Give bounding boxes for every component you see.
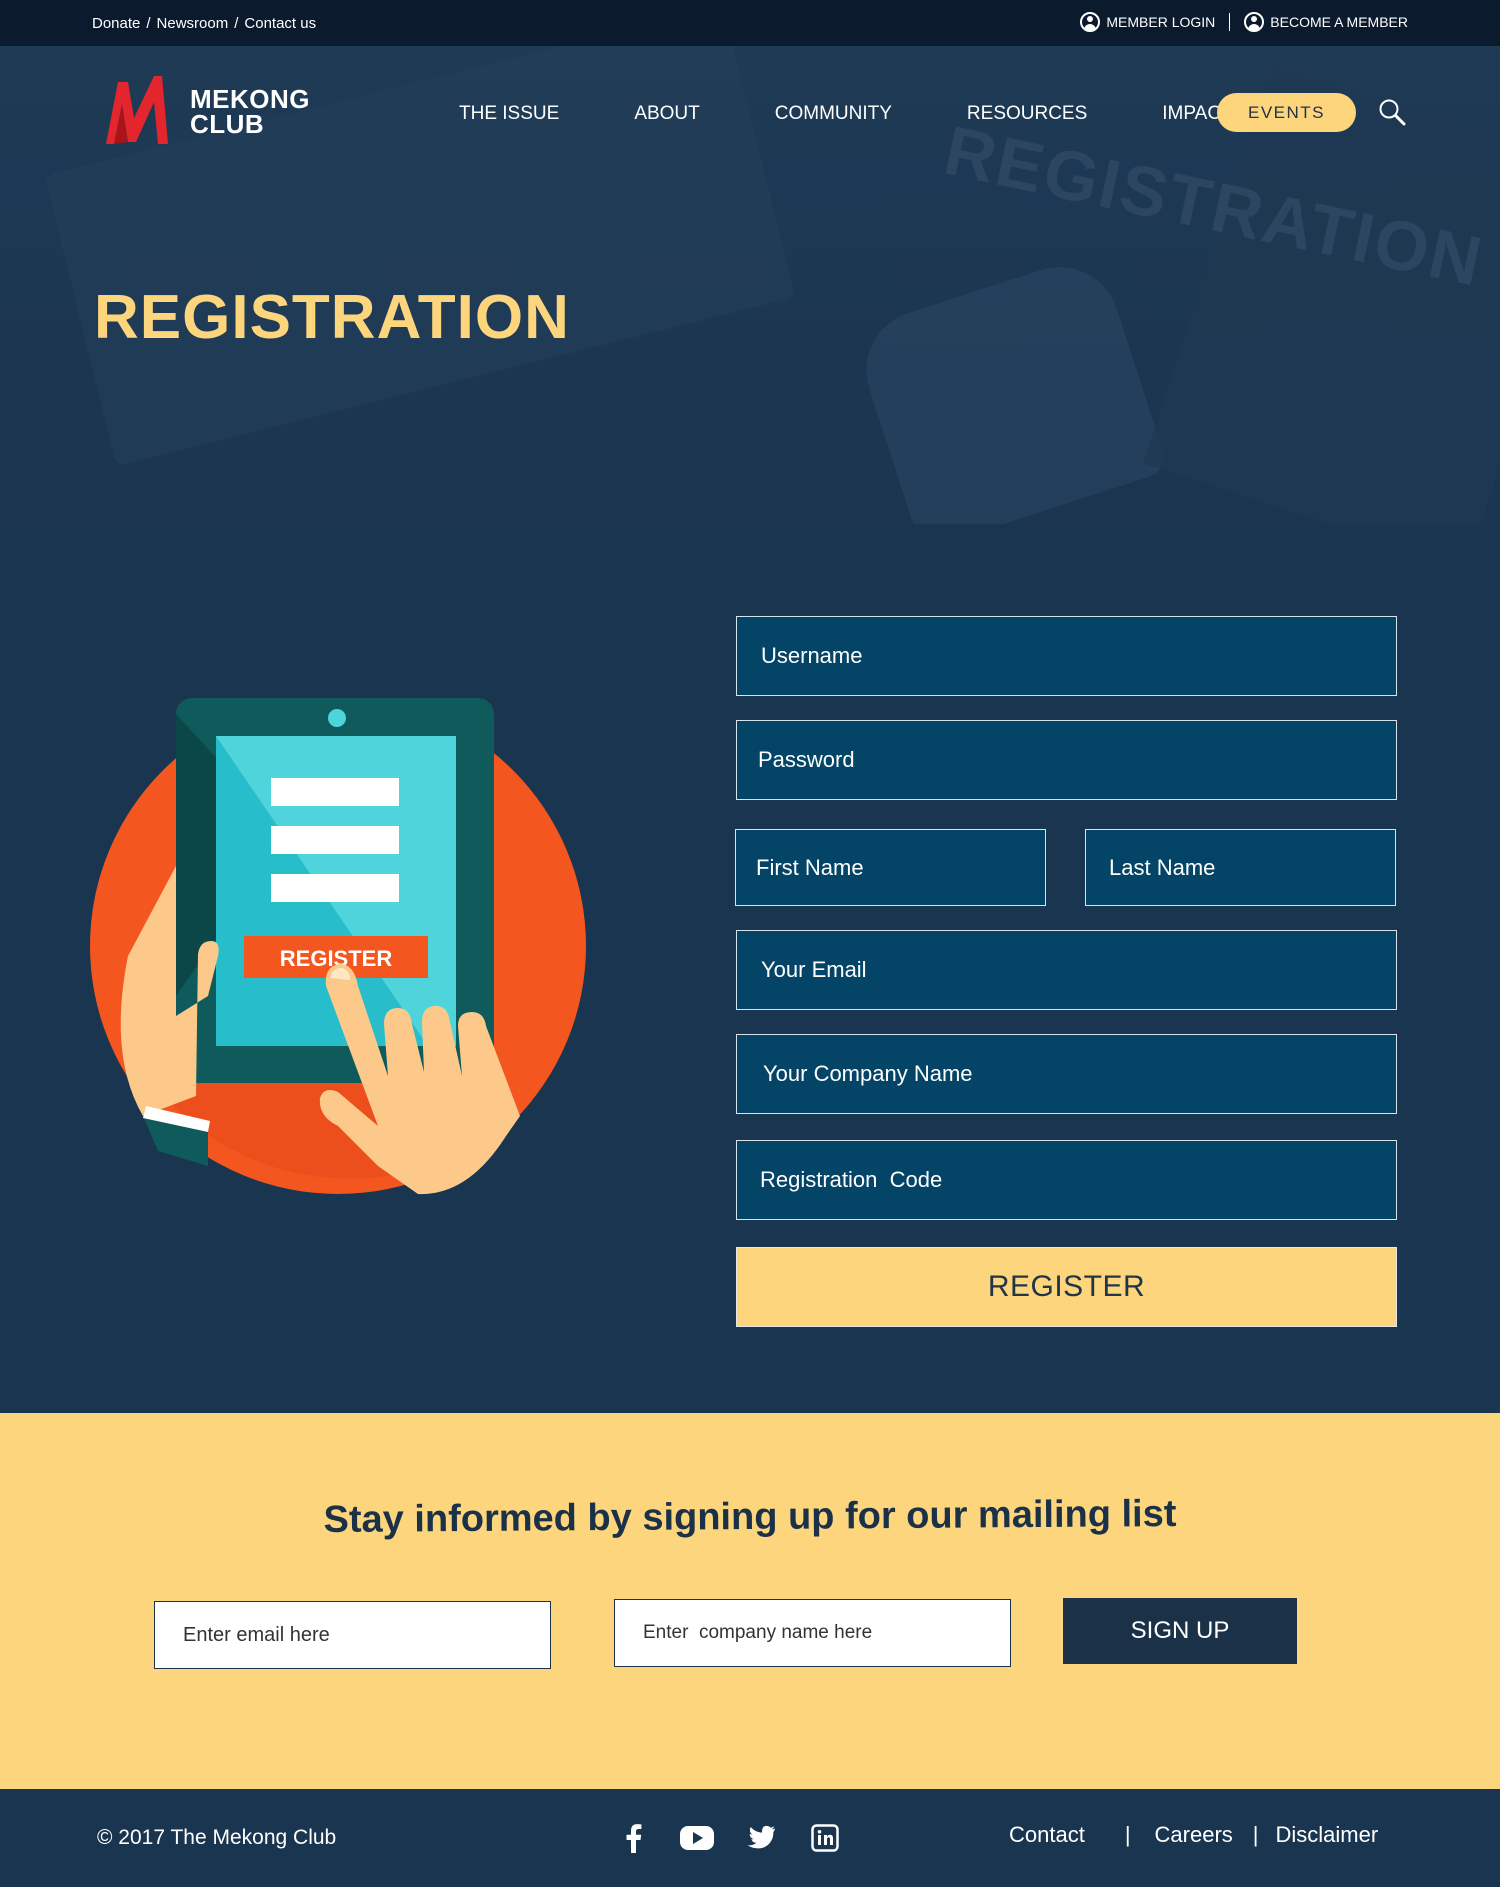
add-user-icon (1244, 12, 1265, 32)
linkedin-icon[interactable] (808, 1821, 842, 1855)
mekong-club-logo[interactable]: MEKONG CLUB (104, 72, 310, 152)
nav-item-about[interactable]: ABOUT (634, 103, 699, 125)
utility-links: Donate / Newsroom / Contact us (92, 15, 316, 32)
utility-separator: / (234, 15, 239, 32)
user-icon (1080, 12, 1101, 32)
contact-us-link[interactable]: Contact us (244, 15, 316, 32)
member-links: MEMBER LOGIN BECOME A MEMBER (1080, 12, 1408, 32)
password-field[interactable]: Password (736, 720, 1397, 800)
footer-disclaimer-link[interactable]: Disclaimer (1276, 1822, 1379, 1848)
sign-up-button[interactable]: SIGN UP (1063, 1598, 1297, 1664)
utility-separator: / (146, 15, 151, 32)
email-field[interactable]: Your Email (736, 930, 1397, 1010)
mailing-email-input[interactable]: Enter email here (154, 1601, 551, 1669)
footer-careers-link[interactable]: Careers (1155, 1822, 1233, 1848)
social-links (616, 1821, 842, 1855)
member-login-label: MEMBER LOGIN (1106, 14, 1216, 30)
nav-item-resources[interactable]: RESOURCES (967, 103, 1087, 125)
registration-code-field[interactable]: Registration Code (736, 1140, 1397, 1220)
become-member-link[interactable]: BECOME A MEMBER (1244, 12, 1408, 32)
company-name-field[interactable]: Your Company Name (736, 1034, 1397, 1114)
newsroom-link[interactable]: Newsroom (157, 15, 229, 32)
footer: © 2017 The Mekong Club Contact | Careers… (0, 1789, 1500, 1887)
nav-item-the-issue[interactable]: THE ISSUE (459, 103, 559, 125)
twitter-icon[interactable] (744, 1821, 778, 1855)
footer-contact-link[interactable]: Contact (1009, 1822, 1085, 1848)
main-nav: THE ISSUE ABOUT COMMUNITY RESOURCES IMPA… (459, 103, 1233, 125)
utility-bar: Donate / Newsroom / Contact us MEMBER LO… (0, 0, 1500, 46)
become-member-label: BECOME A MEMBER (1270, 14, 1408, 30)
logo-line-2: CLUB (190, 109, 265, 139)
copyright-text: © 2017 The Mekong Club (97, 1826, 337, 1849)
logo-mark-icon (106, 76, 168, 144)
mailing-company-input[interactable]: Enter company name here (614, 1599, 1011, 1667)
utility-divider (1229, 13, 1231, 31)
first-name-field[interactable]: First Name (735, 829, 1046, 906)
hero-background-shape (850, 251, 1170, 524)
youtube-icon[interactable] (680, 1821, 714, 1855)
footer-links: Contact | Careers | Disclaimer (1009, 1822, 1378, 1848)
donate-link[interactable]: Donate (92, 15, 140, 32)
mailing-list-heading: Stay informed by signing up for our mail… (323, 1493, 1177, 1541)
registration-illustration: REGISTER (90, 698, 586, 1195)
member-login-link[interactable]: MEMBER LOGIN (1080, 12, 1215, 32)
events-button[interactable]: EVENTS (1217, 93, 1356, 132)
register-button[interactable]: REGISTER (736, 1247, 1397, 1327)
facebook-icon[interactable] (616, 1821, 650, 1855)
page-title: REGISTRATION (94, 283, 570, 352)
nav-item-community[interactable]: COMMUNITY (775, 103, 892, 125)
username-field[interactable]: Username (736, 616, 1397, 696)
last-name-field[interactable]: Last Name (1085, 829, 1396, 906)
search-icon[interactable] (1378, 98, 1406, 126)
footer-separator: | (1252, 1822, 1259, 1847)
footer-separator: | (1124, 1822, 1131, 1847)
